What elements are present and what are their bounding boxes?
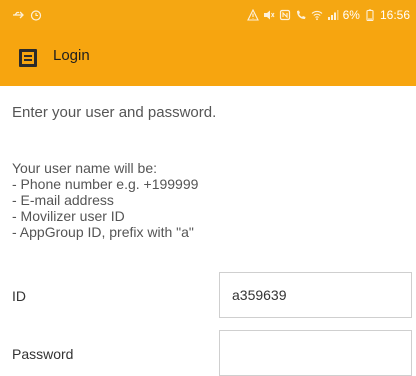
rule-item: - AppGroup ID, prefix with "a"	[12, 224, 194, 240]
status-right-icons: 6% 16:56	[246, 8, 410, 22]
signal-icon	[327, 10, 339, 20]
rule-item: - Movilizer user ID	[12, 208, 125, 224]
id-label: ID	[12, 288, 26, 304]
clock: 16:56	[379, 8, 410, 22]
alarm-icon	[30, 10, 42, 21]
status-left-icons	[12, 8, 42, 22]
rule-item: - Phone number e.g. +199999	[12, 176, 199, 192]
mute-icon	[263, 10, 275, 20]
app-logo-icon	[19, 49, 37, 67]
rules-heading: Your user name will be:	[12, 160, 158, 176]
call-icon	[296, 10, 306, 19]
nfc-icon	[279, 9, 290, 21]
app-bar: Login	[0, 30, 416, 86]
login-intro-text: Enter your user and password.	[12, 104, 217, 121]
wifi-icon	[311, 10, 323, 21]
app-title: Login	[53, 47, 90, 64]
warning-icon	[246, 9, 259, 21]
id-input[interactable]	[219, 272, 412, 318]
status-bar: 6% 16:56	[0, 0, 416, 30]
password-input[interactable]	[219, 330, 412, 376]
battery-icon	[366, 9, 374, 21]
username-rules: Your user name will be: - Phone number e…	[12, 160, 198, 240]
battery-percent: 6%	[342, 8, 360, 22]
rule-item: - E-mail address	[12, 192, 114, 208]
usb-icon	[13, 11, 24, 19]
password-label: Password	[12, 346, 74, 362]
